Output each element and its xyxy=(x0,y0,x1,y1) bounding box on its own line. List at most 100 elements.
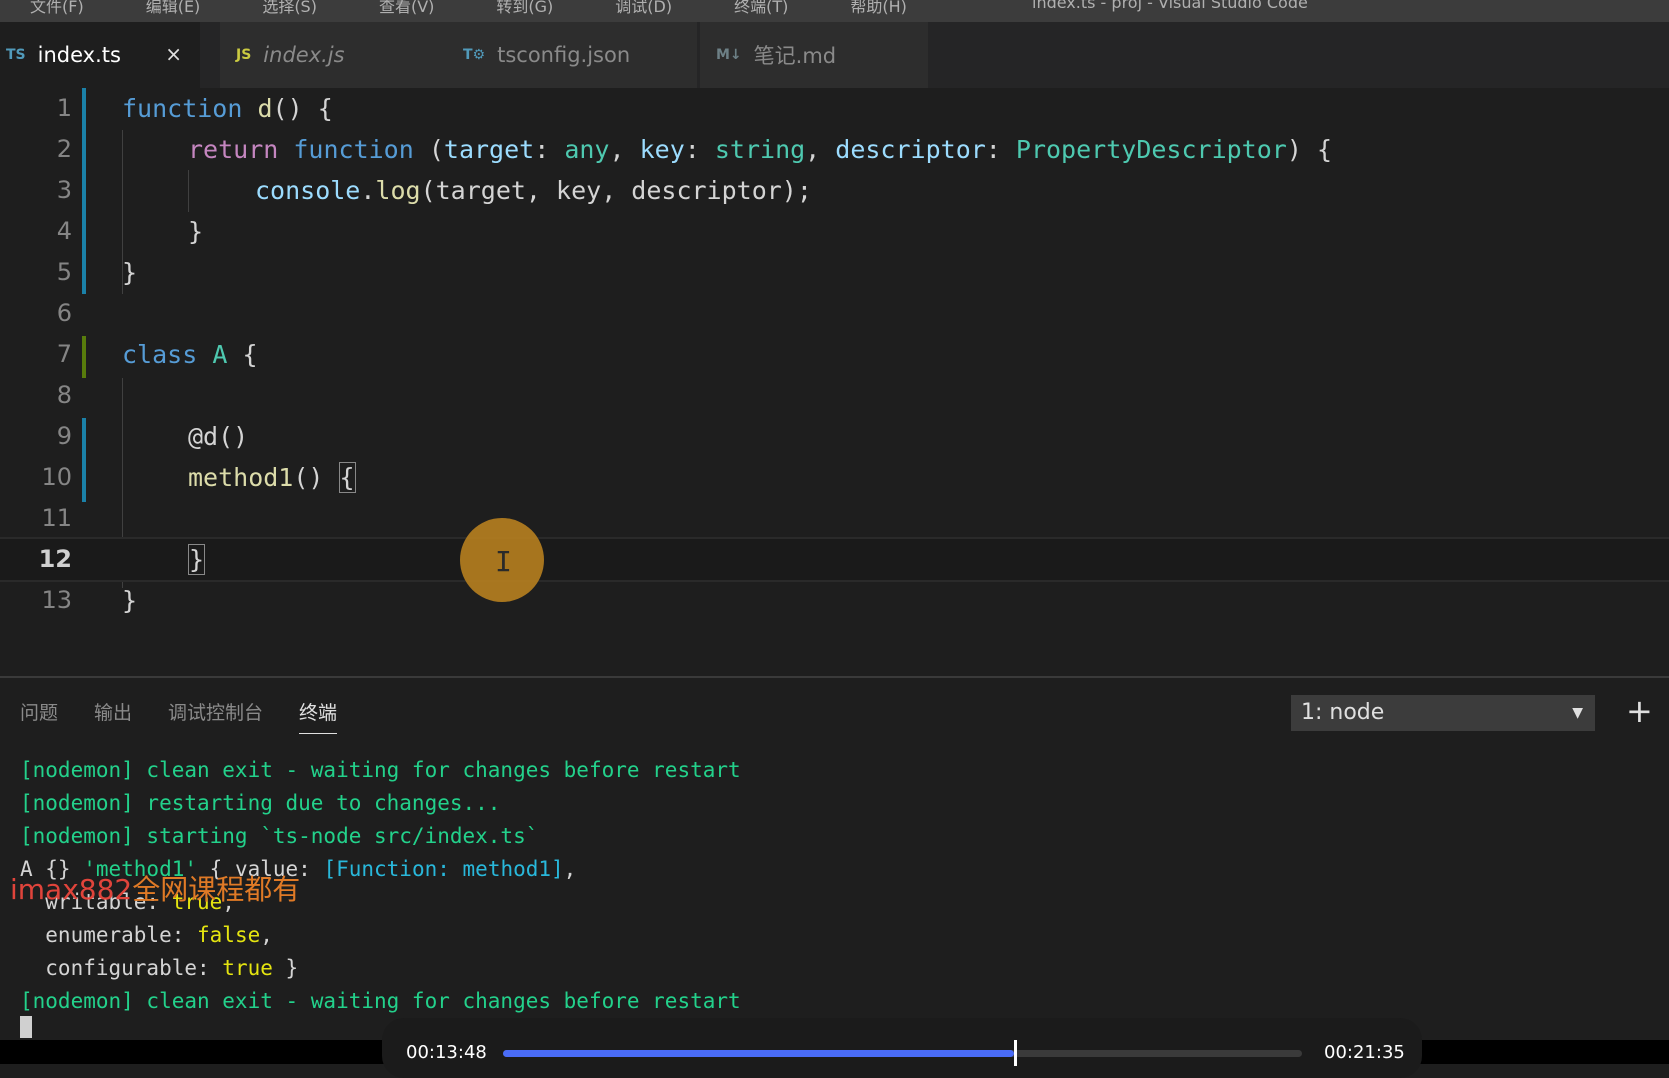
add-terminal-icon[interactable]: + xyxy=(1626,692,1653,730)
panel-tabs: 问题 输出 调试控制台 终端 xyxy=(20,698,373,734)
line-number: 1 xyxy=(56,94,72,122)
tab-label: index.ts xyxy=(37,43,121,67)
code-token: } xyxy=(122,586,138,615)
line-number: 10 xyxy=(41,463,72,491)
code-token: A xyxy=(212,340,228,369)
tab-notes-md[interactable]: M↓ 笔记.md xyxy=(700,22,928,88)
matching-bracket: } xyxy=(188,544,206,575)
menu-terminal[interactable]: 终端(T) xyxy=(734,0,788,17)
javascript-file-icon: JS xyxy=(236,47,252,63)
current-time: 00:13:48 xyxy=(406,1042,487,1063)
code-token: d xyxy=(257,94,273,123)
code-token: target xyxy=(443,135,535,164)
code-line: 10 method1() { xyxy=(0,457,1669,498)
terminal-line: enumerable: false, xyxy=(20,923,273,947)
markdown-file-icon: M↓ xyxy=(716,47,742,63)
tab-label: tsconfig.json xyxy=(497,43,631,67)
progress-track[interactable] xyxy=(503,1040,1302,1066)
code-token: descriptor xyxy=(835,135,986,164)
menu-file[interactable]: 文件(F) xyxy=(30,0,84,17)
terminal-token: , xyxy=(563,857,577,881)
watermark-part: imax882 xyxy=(10,873,133,906)
code-token: @d() xyxy=(188,422,249,451)
code-line: 3 console.log(target, key, descriptor); xyxy=(0,170,1669,211)
terminal-line: [nodemon] restarting due to changes... xyxy=(20,791,501,815)
code-line: 7 class A { xyxy=(0,334,1669,375)
code-token: { xyxy=(227,340,258,369)
code-token: key xyxy=(639,135,685,164)
menu-help[interactable]: 帮助(H) xyxy=(850,0,907,17)
code-line: 13 } xyxy=(0,580,1669,621)
progress-handle[interactable] xyxy=(1013,1040,1017,1066)
tab-index-js[interactable]: JS index.js xyxy=(220,22,445,88)
menu-debug[interactable]: 调试(D) xyxy=(615,0,672,17)
tab-debug-console[interactable]: 调试控制台 xyxy=(168,698,263,734)
menu-selection[interactable]: 选择(S) xyxy=(262,0,317,17)
tab-index-ts[interactable]: TS index.ts × xyxy=(0,22,200,88)
window-title: index.ts - proj - Visual Studio Code xyxy=(1032,0,1308,12)
current-code-line: 12 } xyxy=(0,537,1669,582)
code-token: function xyxy=(122,94,243,123)
code-token: log xyxy=(375,176,421,205)
line-number: 4 xyxy=(56,217,72,245)
code-line: 9 @d() xyxy=(0,416,1669,457)
title-bar: 文件(F) 编辑(E) 选择(S) 查看(V) 转到(G) 调试(D) 终端(T… xyxy=(0,0,1669,22)
terminal-token: configurable: xyxy=(20,956,223,980)
code-token: } xyxy=(122,258,138,287)
watermark-text: imax882全网课程都有 xyxy=(10,868,300,908)
terminal-cursor xyxy=(20,1016,32,1038)
terminal-line: [nodemon] clean exit - waiting for chang… xyxy=(20,989,741,1013)
tab-tsconfig-json[interactable]: T⚙ tsconfig.json xyxy=(445,22,697,88)
code-token: string xyxy=(714,135,806,164)
tab-problems[interactable]: 问题 xyxy=(20,698,58,734)
line-number: 7 xyxy=(56,340,72,368)
line-number: 13 xyxy=(41,586,72,614)
code-token: ) { xyxy=(1286,135,1332,164)
code-line: 6 xyxy=(0,293,1669,334)
terminal-token: enumerable: xyxy=(20,923,198,947)
terminal-token: , xyxy=(260,923,273,947)
menu-go[interactable]: 转到(G) xyxy=(496,0,553,17)
close-icon[interactable]: × xyxy=(165,42,182,66)
terminal-line: [nodemon] clean exit - waiting for chang… xyxy=(20,758,741,782)
tab-output[interactable]: 输出 xyxy=(94,698,132,734)
text-cursor-icon: I xyxy=(495,545,512,578)
code-token: (target, key, descriptor); xyxy=(420,176,812,205)
code-line: 11 xyxy=(0,498,1669,539)
tsconfig-file-icon: T⚙ xyxy=(463,47,486,63)
terminal-select[interactable]: 1: node ▼ xyxy=(1291,695,1595,731)
chevron-down-icon: ▼ xyxy=(1572,705,1583,721)
typescript-file-icon: TS xyxy=(6,47,26,63)
menu-bar: 文件(F) 编辑(E) 选择(S) 查看(V) 转到(G) 调试(D) 终端(T… xyxy=(0,0,939,17)
editor-tab-bar: TS index.ts × JS index.js T⚙ tsconfig.js… xyxy=(0,22,1669,88)
code-line: 2 return function (target: any, key: str… xyxy=(0,129,1669,170)
line-number: 12 xyxy=(38,545,72,573)
code-token: return xyxy=(188,135,279,164)
total-time: 00:21:35 xyxy=(1324,1042,1405,1063)
code-line: 4 } xyxy=(0,211,1669,252)
code-token: function xyxy=(293,135,414,164)
line-number: 6 xyxy=(56,299,72,327)
terminal-token: true xyxy=(222,956,273,980)
code-token: PropertyDescriptor xyxy=(1015,135,1287,164)
tab-terminal[interactable]: 终端 xyxy=(299,698,338,734)
line-number: 9 xyxy=(56,422,72,450)
line-number: 2 xyxy=(56,135,72,163)
video-player-controls: 00:13:48 00:21:35 xyxy=(382,1018,1422,1078)
terminal-select-value: 1: node xyxy=(1301,700,1385,725)
menu-view[interactable]: 查看(V) xyxy=(379,0,434,17)
progress-fill xyxy=(503,1050,1014,1057)
tab-label: 笔记.md xyxy=(753,44,837,68)
code-token: () { xyxy=(272,94,333,123)
code-editor[interactable]: 1 function d() { 2 return function (targ… xyxy=(0,88,1669,676)
code-token: console xyxy=(255,176,361,205)
line-number: 5 xyxy=(56,258,72,286)
terminal-line: [nodemon] starting `ts-node src/index.ts… xyxy=(20,824,539,848)
terminal-line: configurable: true } xyxy=(20,956,298,980)
menu-edit[interactable]: 编辑(E) xyxy=(146,0,201,17)
watermark-part: 全网课程都有 xyxy=(132,873,301,906)
line-number: 11 xyxy=(41,504,72,532)
tab-label: index.js xyxy=(263,43,345,67)
code-token: } xyxy=(188,217,204,246)
code-token: method1 xyxy=(188,463,294,492)
